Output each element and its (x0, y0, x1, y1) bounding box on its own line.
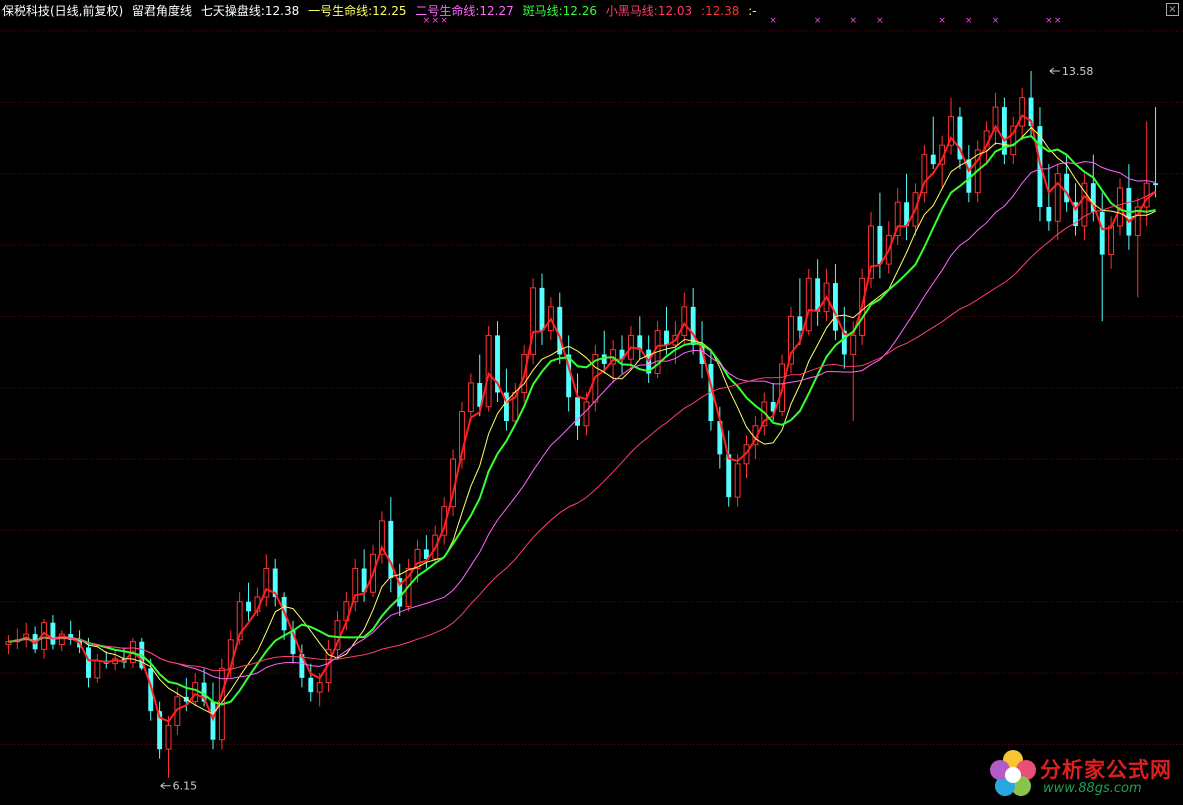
candle-body-129 (1153, 183, 1158, 186)
signal-mark-5: × (849, 16, 857, 26)
candle-body-104 (930, 154, 936, 165)
ma1-value: 七天操盘线:12.38 (200, 4, 300, 18)
candle-body-118 (1054, 173, 1061, 222)
candle-body-34 (308, 677, 314, 693)
annotation-arrow-0 (1049, 67, 1060, 75)
candle-body-74 (664, 330, 669, 345)
close-icon[interactable]: × (1166, 3, 1179, 16)
candle-body-10 (94, 660, 101, 679)
candle-body-54 (485, 334, 492, 408)
candle-body-77 (690, 306, 696, 345)
candle-body-27 (246, 601, 251, 612)
candle-body-98 (877, 226, 883, 265)
candle-body-90 (805, 277, 812, 332)
ma1-line (8, 114, 1157, 723)
candle-body-52 (467, 382, 474, 413)
ma4-line (8, 135, 1156, 706)
candlestick-series (5, 70, 1158, 778)
ma2-value: 一号生命线:12.25 (308, 4, 407, 18)
ma6-value: :12.38 (701, 4, 740, 18)
signal-mark-11: × (1054, 16, 1062, 26)
annotation-arrow-1 (160, 782, 171, 790)
candle-body-76 (681, 306, 688, 336)
ma5-value: 小黑马线:12.03 (605, 4, 693, 18)
candle-body-114 (1019, 97, 1026, 127)
candle-body-62 (557, 306, 563, 355)
indicator-name[interactable]: 留君角度线 (132, 4, 192, 18)
candle-body-117 (1046, 207, 1052, 222)
candle-body-18 (165, 724, 172, 750)
annotation-label-0: 13.58 (1062, 65, 1094, 78)
candle-body-95 (850, 334, 857, 355)
candle-body-9 (86, 647, 91, 678)
annotation-label-1: 6.15 (173, 780, 198, 793)
ma3-value: 二号生命线:12.27 (415, 4, 514, 18)
signal-mark-8: × (965, 16, 973, 26)
flower-logo-icon (990, 750, 1036, 796)
candle-body-124 (1108, 225, 1115, 256)
candle-body-123 (1099, 211, 1105, 255)
candle-body-82 (734, 463, 741, 498)
ma5-line (8, 190, 1156, 672)
stock-name[interactable]: 保税科技(日线,前复权) (2, 4, 123, 18)
candle-body-65 (583, 401, 590, 427)
ma2-line (8, 126, 1156, 715)
signal-mark-4: × (814, 16, 822, 26)
moving-average-lines (8, 114, 1157, 723)
watermark-name: 分析家公式网 (1040, 758, 1172, 782)
ma3-line (8, 161, 1156, 680)
candle-body-64 (575, 397, 580, 426)
indicator-header: 保税科技(日线,前复权) 留君角度线 七天操盘线:12.38 一号生命线:12.… (2, 2, 762, 20)
candle-body-93 (832, 283, 838, 331)
candle-body-5 (50, 622, 56, 645)
signal-mark-3: × (769, 16, 777, 26)
candle-body-81 (726, 454, 732, 498)
candle-body-35 (316, 682, 323, 693)
watermark: 分析家公式网 www.88gs.com (985, 748, 1181, 802)
ma4-value: 斑马线:12.26 (522, 4, 597, 18)
candle-body-89 (797, 316, 803, 331)
ma7-value: :- (748, 4, 757, 18)
signal-mark-9: × (992, 16, 1000, 26)
kline-chart[interactable]: × × × × × × × × × × × × 13.586.15 (0, 0, 1183, 805)
candle-body-60 (539, 287, 545, 331)
candle-body-21 (192, 682, 199, 703)
signal-mark-7: × (938, 16, 946, 26)
signal-mark-10: × (1045, 16, 1053, 26)
watermark-url: www.88gs.com (1043, 781, 1142, 796)
signal-mark-6: × (876, 16, 884, 26)
